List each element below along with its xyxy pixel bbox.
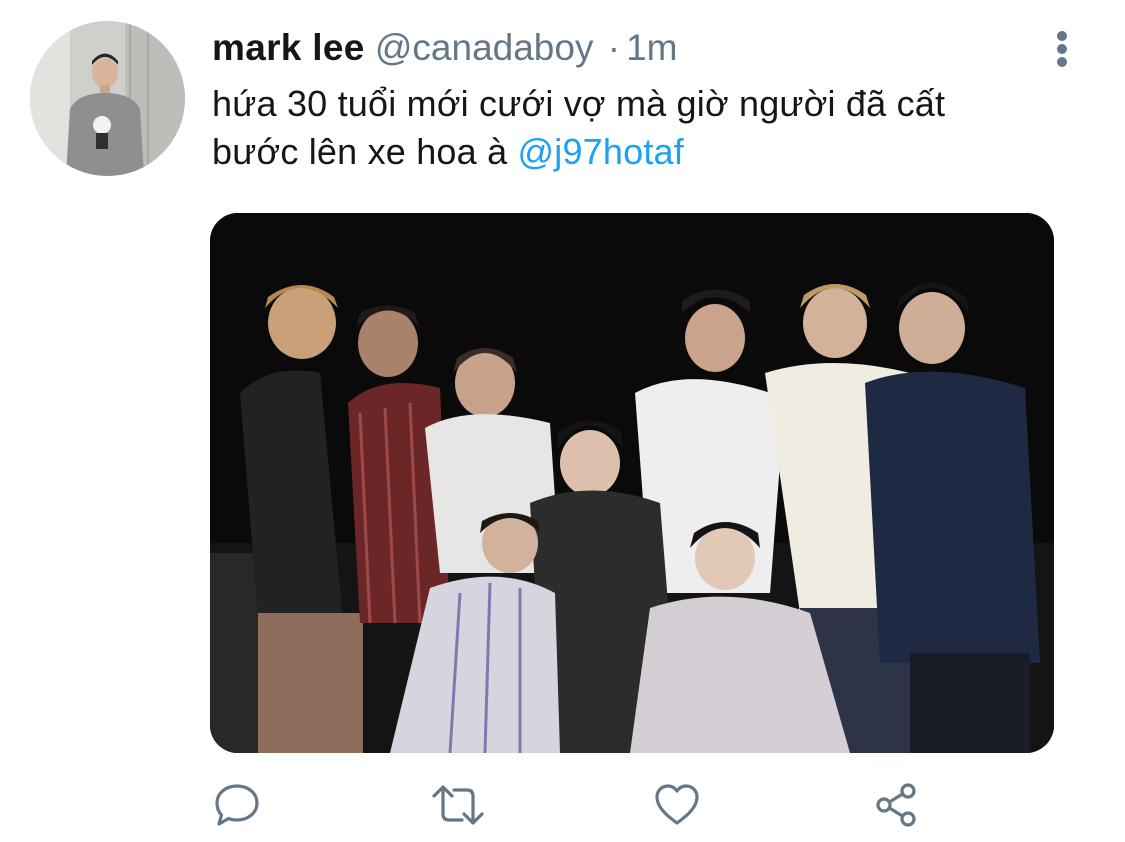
tweet-text: hứa 30 tuổi mới cưới vợ mà giờ người đã … bbox=[212, 80, 1032, 176]
tweet-actions bbox=[0, 770, 1125, 834]
reply-button[interactable] bbox=[212, 780, 262, 830]
tweet-photo[interactable] bbox=[210, 213, 1054, 753]
separator-dot: · bbox=[607, 27, 621, 68]
retweet-button[interactable] bbox=[430, 780, 486, 830]
reply-icon bbox=[215, 784, 259, 826]
mention-link[interactable]: @j97hotaf bbox=[518, 131, 684, 172]
more-options-button[interactable] bbox=[1044, 27, 1080, 71]
share-icon bbox=[876, 783, 916, 827]
display-name[interactable]: mark lee bbox=[212, 27, 365, 68]
avatar[interactable] bbox=[30, 21, 185, 176]
tweet[interactable]: mark lee @canadaboy · 1m hứa 30 tuổi mới … bbox=[0, 0, 1125, 842]
tweet-time[interactable]: 1m bbox=[626, 27, 677, 68]
share-button[interactable] bbox=[872, 780, 922, 830]
tweet-header: mark lee @canadaboy · 1m bbox=[212, 26, 677, 70]
like-button[interactable] bbox=[652, 780, 702, 830]
heart-icon bbox=[655, 784, 699, 825]
user-handle[interactable]: @canadaboy bbox=[375, 27, 594, 68]
retweet-icon bbox=[432, 785, 484, 825]
